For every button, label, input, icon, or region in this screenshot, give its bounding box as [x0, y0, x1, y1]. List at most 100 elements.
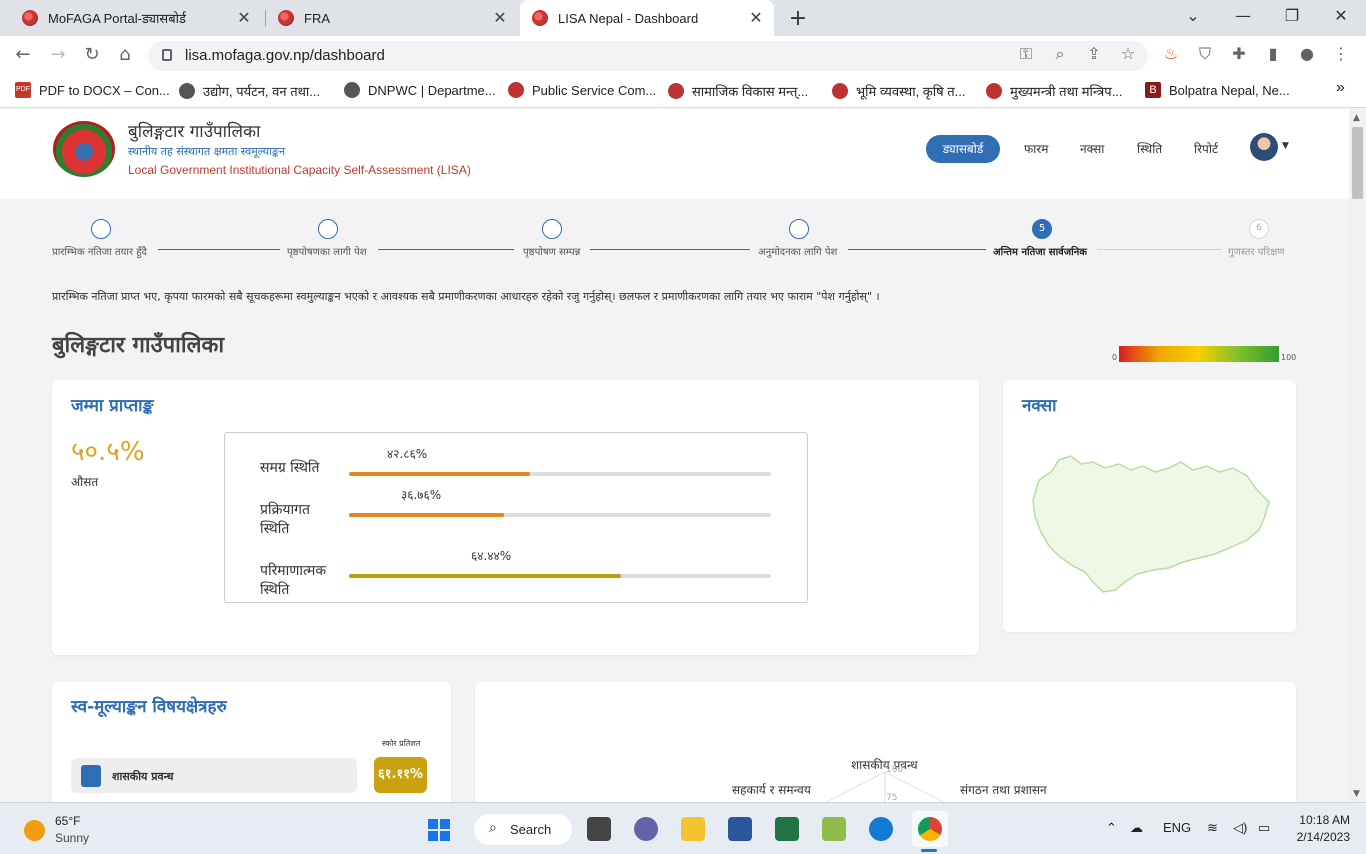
page-scrollbar[interactable]: ▲ ▼	[1349, 109, 1366, 802]
tray-overflow-icon[interactable]: ⌃	[1106, 820, 1117, 836]
user-avatar[interactable]	[1250, 133, 1278, 161]
nav-dashboard[interactable]: ड्यासबोर्ड	[926, 135, 1000, 163]
side-panel-icon[interactable]: ▮	[1262, 44, 1284, 63]
nav-form[interactable]: फारम	[1024, 140, 1048, 157]
bookmark-pdf-to-docx[interactable]: PDF PDF to DOCX – Con...	[15, 82, 170, 98]
volume-icon[interactable]: ◁)	[1233, 820, 1247, 836]
key-icon[interactable]: ⚿	[1015, 44, 1037, 64]
battery-icon[interactable]: ▭	[1258, 820, 1270, 836]
bookmark-samajik-bikas[interactable]: सामाजिक विकास मन्त्...	[668, 82, 808, 100]
bar-value-quantitative: ६४.४४%	[471, 549, 512, 563]
sun-weather-icon[interactable]	[24, 820, 45, 841]
close-tab-icon[interactable]: ✕	[234, 8, 254, 28]
extensions-puzzle-icon[interactable]: ✚	[1228, 44, 1250, 63]
nav-status[interactable]: स्थिति	[1137, 140, 1162, 157]
site-favicon-icon	[532, 10, 548, 26]
page-title: बुलिङ्गटार गाउँपालिका	[52, 333, 225, 358]
bar-fill-overall	[349, 472, 530, 476]
step-1-label: प्रारम्भिक नतिजा तयार हुँदै	[52, 247, 147, 258]
forward-icon[interactable]: →	[46, 44, 70, 65]
bolpatra-icon: B	[1145, 82, 1161, 98]
bookmark-public-service[interactable]: Public Service Com...	[508, 82, 656, 98]
extension-shield-icon[interactable]: ⛉	[1194, 44, 1216, 64]
teams-chat-icon[interactable]	[634, 817, 658, 841]
radar-tick-100: 100	[886, 765, 904, 775]
excel-icon[interactable]	[775, 817, 799, 841]
step-connector	[848, 249, 986, 250]
reload-icon[interactable]: ↻	[80, 44, 104, 65]
scroll-down-arrow-icon[interactable]: ▼	[1353, 789, 1360, 799]
taskbar-search-button[interactable]: ⌕ Search	[474, 814, 572, 845]
municipality-map[interactable]	[1029, 450, 1274, 598]
scroll-up-arrow-icon[interactable]: ▲	[1353, 113, 1360, 123]
extension-fire-icon[interactable]: ♨	[1160, 44, 1182, 63]
average-label: औसत	[71, 475, 99, 489]
chevron-down-icon[interactable]: ▼	[1282, 141, 1289, 151]
windows-start-icon[interactable]	[428, 819, 450, 841]
bookmark-mukhyamantri[interactable]: मुख्यमन्त्री तथा मन्त्रिप...	[986, 82, 1123, 100]
address-bar-row: ← → ↻ ⌂ lisa.mofaga.gov.np/dashboard ⚿ ⌕…	[0, 36, 1366, 76]
profile-icon[interactable]: ●	[1296, 44, 1318, 63]
step-6-label: गुणस्तर परिक्षण	[1228, 247, 1285, 258]
lock-icon[interactable]	[162, 49, 172, 61]
bookmark-star-icon[interactable]: ☆	[1117, 44, 1139, 63]
site-favicon-icon	[22, 10, 38, 26]
restore-icon[interactable]: ❐	[1277, 6, 1307, 25]
zoom-icon[interactable]: ⌕	[1049, 44, 1071, 64]
org-english-title: Local Government Institutional Capacity …	[128, 163, 471, 177]
step-3-circle	[542, 219, 562, 239]
tab-separator	[265, 10, 266, 26]
nepal-emblem-logo[interactable]	[53, 121, 115, 177]
bookmarks-bar: PDF PDF to DOCX – Con... उद्योग, पर्यटन, …	[0, 76, 1366, 108]
close-window-icon[interactable]: ✕	[1326, 6, 1356, 25]
minimize-icon[interactable]: —	[1228, 6, 1258, 25]
back-icon[interactable]: ←	[11, 44, 35, 65]
score-bars-box: ४२.८६% समग्र स्थिति ३६.७६% प्रक्रियागत स…	[224, 432, 808, 603]
step-connector	[590, 249, 750, 250]
share-icon[interactable]: ⇪	[1083, 44, 1105, 63]
edge-icon[interactable]	[869, 817, 893, 841]
language-indicator[interactable]: ENG	[1163, 820, 1191, 835]
word-icon[interactable]	[728, 817, 752, 841]
tab-lisa-dashboard[interactable]: LISA Nepal - Dashboard ✕	[520, 0, 774, 36]
theme-item-governance[interactable]: शासकीय प्रवन्ध	[71, 758, 357, 793]
tab-fra[interactable]: FRA ✕	[268, 0, 518, 36]
cloud-icon[interactable]: ☁	[1130, 820, 1143, 836]
address-input[interactable]: lisa.mofaga.gov.np/dashboard	[148, 41, 1148, 71]
scrollbar-thumb[interactable]	[1352, 127, 1363, 199]
file-explorer-icon[interactable]	[681, 817, 705, 841]
step-2-circle	[318, 219, 338, 239]
bookmark-udyog[interactable]: उद्योग, पर्यटन, वन तथा...	[179, 82, 320, 100]
bar-label-overall: समग्र स्थिति	[260, 460, 320, 476]
tab-search-icon[interactable]: ⌄	[1178, 6, 1208, 25]
taskbar-clock[interactable]: 10:18 AM 2/14/2023	[1289, 812, 1350, 846]
close-tab-icon[interactable]: ✕	[746, 8, 766, 28]
bookmark-bolpatra[interactable]: B Bolpatra Nepal, Ne...	[1145, 82, 1290, 98]
nav-report[interactable]: रिपोर्ट	[1194, 140, 1218, 157]
new-tab-button[interactable]: +	[786, 6, 810, 31]
wifi-icon[interactable]: ≋	[1207, 820, 1218, 836]
emblem-icon	[668, 83, 684, 99]
notepad-pen-icon[interactable]	[822, 817, 846, 841]
home-icon[interactable]: ⌂	[113, 44, 137, 65]
nav-map[interactable]: नक्सा	[1080, 140, 1104, 157]
menu-kebab-icon[interactable]: ⋮	[1330, 44, 1352, 63]
site-header: बुलिङ्गटार गाउँपालिका स्थानीय तह संस्थाग…	[0, 109, 1349, 199]
site-favicon-icon	[278, 10, 294, 26]
step-4-label: अनुमोदनका लागि पेश	[758, 247, 838, 258]
card-title: नक्सा	[1022, 396, 1057, 416]
bookmark-dnpwc[interactable]: DNPWC | Departme...	[344, 82, 496, 98]
bar-fill-quantitative	[349, 574, 621, 578]
more-bookmarks-button[interactable]: »	[1336, 79, 1345, 97]
url-text: lisa.mofaga.gov.np/dashboard	[185, 47, 385, 64]
weather-temp: 65°F	[55, 814, 81, 828]
tab-mofaga-portal[interactable]: MoFAGA Portal-ड्यासबोर्ड ✕	[12, 0, 262, 36]
task-view-icon[interactable]	[587, 817, 611, 841]
bar-value-overall: ४२.८६%	[387, 447, 428, 461]
bookmark-bhumi[interactable]: भूमि व्यवस्था, कृषि त...	[832, 82, 966, 100]
scale-max-label: 100	[1281, 353, 1297, 362]
close-tab-icon[interactable]: ✕	[490, 8, 510, 28]
bar-track-overall	[349, 472, 771, 476]
radar-chart-card: शासकीय प्रवन्ध सहकार्य र समन्वय संगठन तथ…	[475, 682, 1296, 802]
chrome-icon[interactable]	[918, 817, 942, 841]
